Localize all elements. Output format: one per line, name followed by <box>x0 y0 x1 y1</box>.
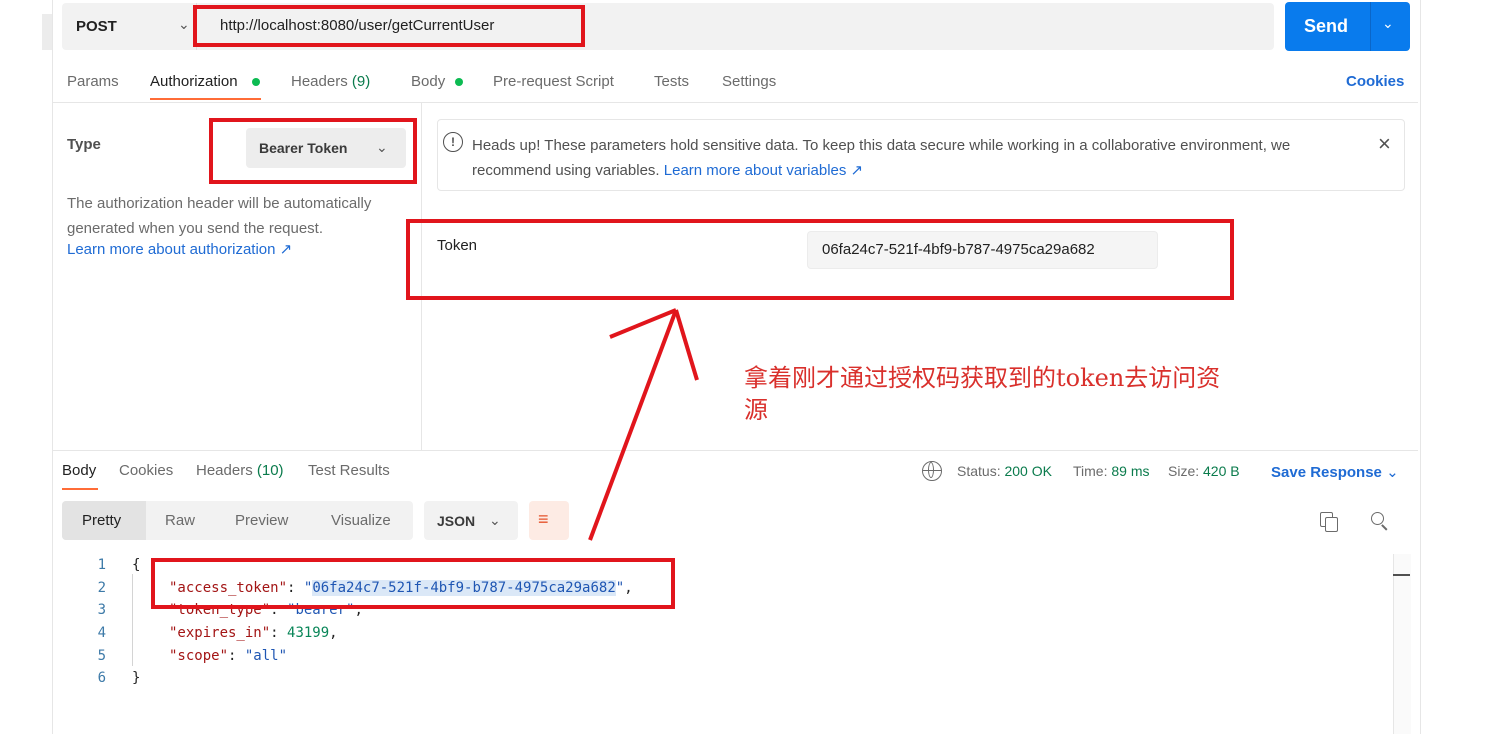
arrow-head-right <box>674 309 699 381</box>
annotation-arrow <box>588 308 699 541</box>
arrow-shaft <box>588 309 678 541</box>
